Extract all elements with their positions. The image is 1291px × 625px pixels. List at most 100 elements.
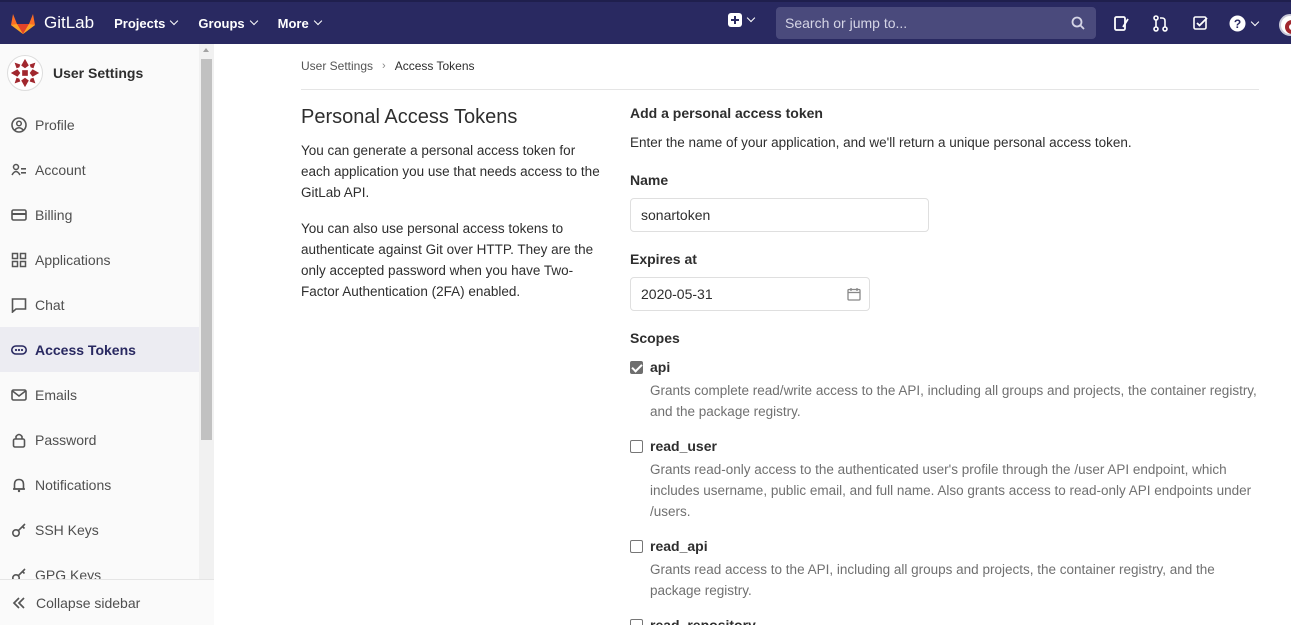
avatar-pattern-icon <box>1285 20 1291 34</box>
scroll-up-arrow-icon[interactable] <box>203 48 209 52</box>
identicon-icon <box>10 58 40 88</box>
token-form-header: Add a personal access token Enter the na… <box>630 105 1260 150</box>
intro-paragraph: You can generate a personal access token… <box>301 143 600 200</box>
sidebar-item-profile[interactable]: Profile <box>0 102 199 147</box>
search-input[interactable]: Search or jump to... <box>776 7 1096 39</box>
sidebar-item-password[interactable]: Password <box>0 417 199 462</box>
help-icon: ? <box>1229 15 1246 32</box>
merge-request-icon[interactable] <box>1152 15 1169 32</box>
sidebar-item-label: Profile <box>35 116 75 133</box>
nav-more[interactable]: More <box>277 15 322 31</box>
todos-check-icon[interactable] <box>1192 15 1209 32</box>
user-avatar[interactable] <box>1279 14 1291 36</box>
billing-icon <box>10 208 27 221</box>
sidebar-item-billing[interactable]: Billing <box>0 192 199 237</box>
nav-groups[interactable]: Groups <box>198 15 258 31</box>
sidebar-item-label: Emails <box>35 386 78 403</box>
search-placeholder: Search or jump to... <box>785 15 908 31</box>
gitlab-logo[interactable]: GitLab <box>10 11 94 35</box>
sidebar-item-ssh-keys[interactable]: SSH Keys <box>0 507 199 552</box>
calendar-icon[interactable] <box>847 287 861 301</box>
scope-help: Grants complete read/write access to the… <box>650 383 1257 419</box>
key-icon <box>11 567 26 579</box>
scope-name[interactable]: read_user <box>650 438 717 454</box>
breadcrumb-current[interactable]: Access Tokens <box>395 59 475 73</box>
profile-icon <box>10 116 27 133</box>
sidebar-item-account[interactable]: Account <box>0 147 199 192</box>
brand-name: GitLab <box>44 13 95 32</box>
sidebar-title: User Settings <box>53 65 144 81</box>
form-heading: Add a personal access token <box>630 105 823 121</box>
sidebar-item-emails[interactable]: Emails <box>0 372 199 417</box>
scopes-label: Scopes <box>630 330 680 346</box>
sidebar-avatar <box>7 55 43 91</box>
page-title: Personal Access Tokens <box>301 106 518 128</box>
chevron-down-icon <box>746 13 756 23</box>
double-chevron-left-icon <box>12 596 25 609</box>
sidebar-item-label: Chat <box>35 296 65 313</box>
sidebar-item-access-tokens[interactable]: Access Tokens <box>0 327 199 372</box>
expires-field-value: 2020-05-31 <box>641 286 713 302</box>
form-description: Enter the name of your application, and … <box>630 135 1132 150</box>
breadcrumb-parent[interactable]: User Settings <box>301 59 373 73</box>
sidebar-item-label: Password <box>35 431 97 448</box>
sidebar-item-applications[interactable]: Applications <box>0 237 199 282</box>
sidebar-item-notifications[interactable]: Notifications <box>0 462 199 507</box>
chevron-right-icon: › <box>382 60 386 72</box>
sidebar-item-chat[interactable]: Chat <box>0 282 199 327</box>
expires-label: Expires at <box>630 251 697 267</box>
sidebar-item-label: Billing <box>35 206 73 223</box>
bell-icon <box>12 478 25 492</box>
help-dropdown[interactable]: ? <box>1229 15 1260 32</box>
expires-date-field[interactable]: 2020-05-31 <box>630 277 870 311</box>
chevron-down-icon <box>249 16 258 26</box>
svg-text:?: ? <box>1234 17 1241 31</box>
sidebar-item-label: Access Tokens <box>35 341 136 358</box>
sidebar-item-label: Applications <box>35 251 111 268</box>
scope-name[interactable]: read_api <box>650 538 708 554</box>
nav-projects[interactable]: Projects <box>114 15 179 31</box>
intro-section: Personal Access Tokens You can generate … <box>301 106 601 317</box>
search-icon <box>1071 16 1085 30</box>
tanuki-logo-icon <box>11 14 35 34</box>
chat-icon <box>11 297 26 313</box>
new-dropdown-button[interactable] <box>728 13 756 27</box>
scope-help: Grants read access to the API, including… <box>650 562 1215 598</box>
nav-more-label: More <box>277 15 309 31</box>
chevron-down-icon <box>170 16 179 26</box>
name-field-value: sonartoken <box>641 207 711 223</box>
scope-checkbox[interactable] <box>630 619 643 625</box>
scope-help: Grants read-only access to the authentic… <box>650 462 1252 519</box>
name-field[interactable]: sonartoken <box>630 198 929 232</box>
key-icon <box>11 522 26 537</box>
sidebar-header[interactable]: User Settings <box>0 44 213 102</box>
scope-name[interactable]: api <box>650 359 670 375</box>
sidebar-item-label: Notifications <box>35 476 112 493</box>
scope-checkbox[interactable] <box>630 440 643 453</box>
collapse-sidebar-button[interactable]: Collapse sidebar <box>0 579 214 625</box>
sidebar-scroll-thumb[interactable] <box>201 59 212 440</box>
sidebar-nav: Profile Account Billing Applications Cha… <box>0 102 199 579</box>
collapse-sidebar-label: Collapse sidebar <box>36 594 141 611</box>
plus-icon <box>728 13 742 27</box>
settings-sidebar: User Settings Profile Account Billing Ap… <box>0 44 214 625</box>
breadcrumb: User Settings › Access Tokens <box>301 59 475 73</box>
token-icon <box>10 344 27 355</box>
sidebar-item-gpg-keys[interactable]: GPG Keys <box>0 552 199 579</box>
sidebar-item-label: Account <box>35 161 86 178</box>
top-navbar: GitLab Projects Groups More Search or ju… <box>0 0 1291 44</box>
sidebar-item-label: GPG Keys <box>35 566 102 580</box>
intro-paragraph: You can also use personal access tokens … <box>301 221 594 299</box>
lock-icon <box>12 433 25 448</box>
account-icon <box>10 163 26 175</box>
todo-issues-icon[interactable] <box>1113 15 1130 32</box>
chevron-down-icon <box>1250 17 1260 26</box>
scope-name[interactable]: read_repository <box>650 617 756 625</box>
content-divider <box>301 89 1259 90</box>
email-icon <box>10 388 27 401</box>
scope-checkbox[interactable] <box>630 540 643 553</box>
applications-icon <box>11 252 26 267</box>
nav-projects-label: Projects <box>114 15 166 31</box>
scope-checkbox[interactable] <box>630 361 643 374</box>
nav-groups-label: Groups <box>198 15 245 31</box>
